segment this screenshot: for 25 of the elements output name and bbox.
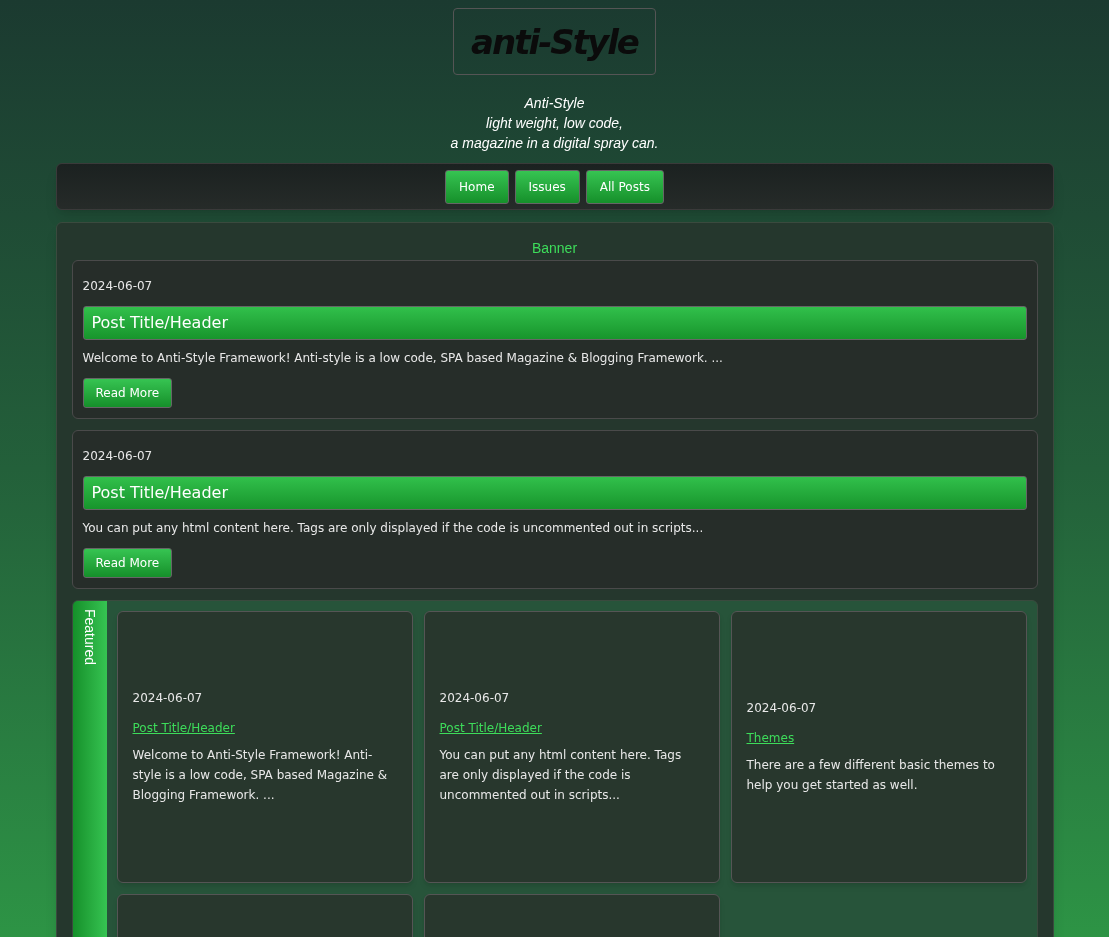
post-excerpt: Welcome to Anti-Style Framework! Anti-style is a low code, SPA based Magazine & Blogging Framework. ...: [82, 350, 723, 366]
card-title-link[interactable]: Themes: [746, 728, 795, 747]
nav-button[interactable]: Issues: [514, 169, 580, 204]
section-heading: Banner: [531, 239, 578, 258]
card-excerpt: There are a few different basic themes to help you get started as well.: [746, 756, 996, 794]
tagline-text: a magazine in a digital spray can.: [450, 134, 659, 153]
nav-button[interactable]: Home: [445, 169, 509, 204]
post-date: 2024-06-07: [82, 448, 153, 464]
card-excerpt: You can put any html content here. Tags are only displayed if the code is uncommented out in scripts...: [439, 746, 683, 804]
featured-label: Featured: [81, 609, 99, 666]
card-date: 2024-06-07: [132, 689, 204, 706]
post-title: Post Title/Header: [82, 306, 1027, 340]
post-date: 2024-06-07: [82, 278, 153, 294]
read-more-button[interactable]: Read More: [82, 548, 173, 578]
post-excerpt: You can put any html content here. Tags are only displayed if the code is uncommented out in scripts...: [82, 520, 704, 536]
card-title-link[interactable]: Post Title/Header: [132, 718, 235, 737]
card-date: 2024-06-07: [746, 699, 818, 716]
nav-button[interactable]: All Posts: [585, 169, 664, 204]
post-title: Post Title/Header: [82, 476, 1027, 510]
card-title-link[interactable]: Post Title/Header: [439, 718, 542, 737]
card-excerpt: Welcome to Anti-Style Framework! Anti-style is a low code, SPA based Magazine & Blogging Framework. ...: [132, 746, 389, 804]
read-more-button[interactable]: Read More: [82, 378, 173, 408]
card-date: 2024-06-07: [439, 689, 511, 706]
tagline-text: light weight, low code,: [486, 114, 623, 133]
tagline-text: Anti-Style: [524, 94, 585, 113]
